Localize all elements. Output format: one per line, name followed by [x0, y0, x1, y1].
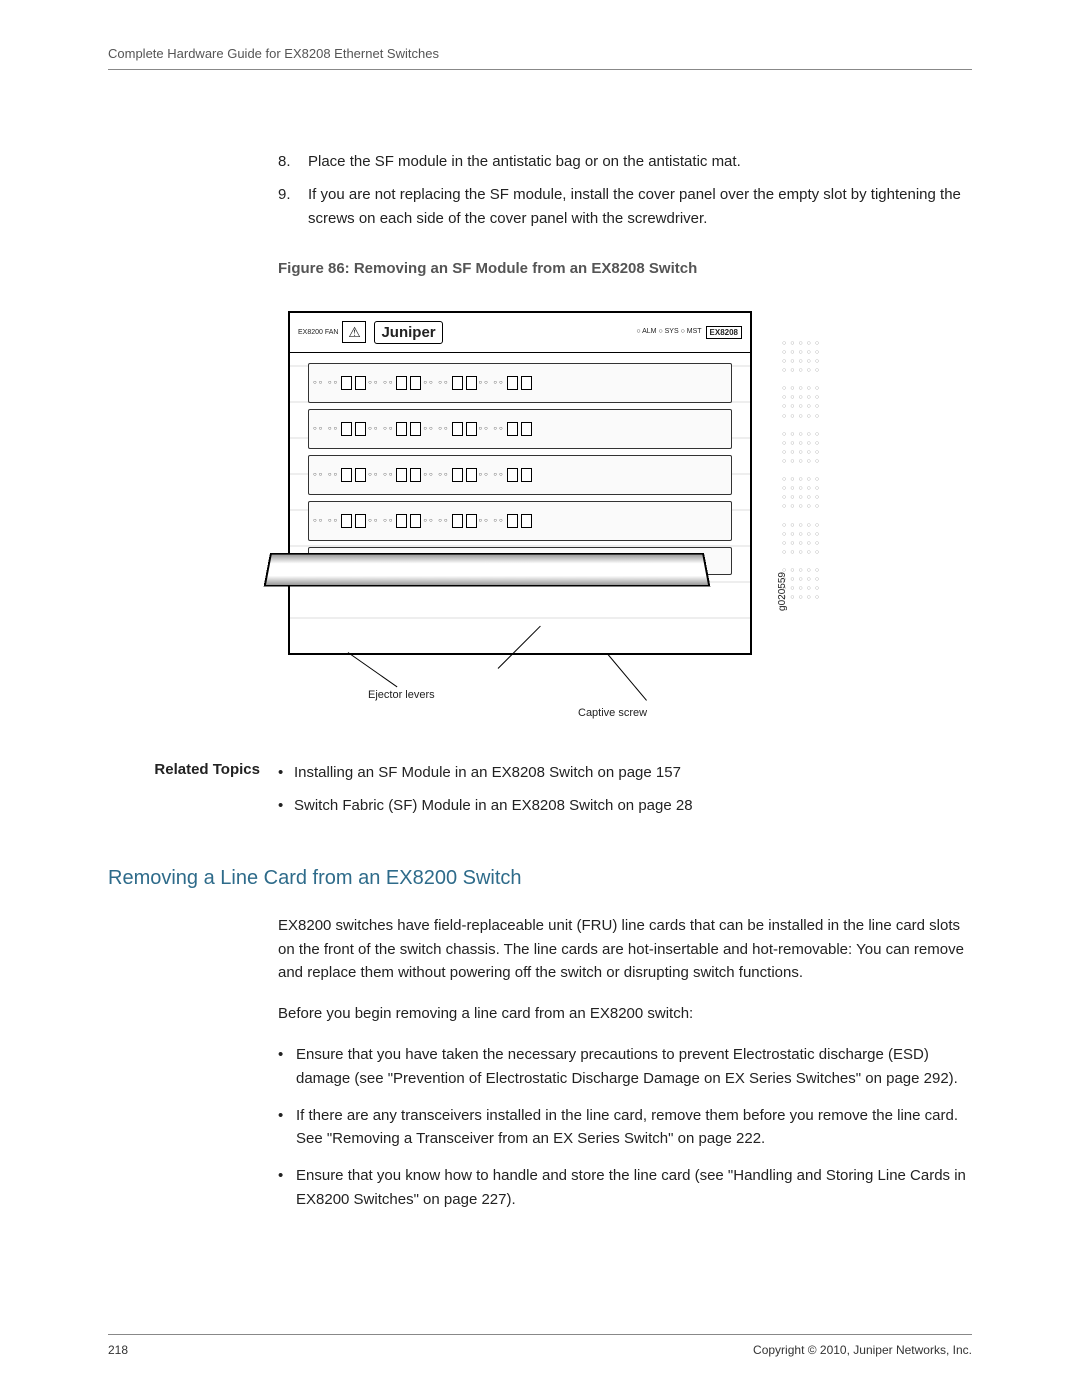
list-item: If there are any transceivers installed … — [278, 1104, 972, 1151]
related-topics-list: Installing an SF Module in an EX8208 Swi… — [278, 761, 972, 828]
figure-id: g020559 — [777, 572, 788, 611]
page-number: 218 — [108, 1343, 128, 1357]
procedure-steps: 8. Place the SF module in the antistatic… — [278, 150, 972, 230]
list-item: Ensure that you know how to handle and s… — [278, 1164, 972, 1211]
body-paragraph: EX8200 switches have field-replaceable u… — [278, 914, 972, 984]
related-topics-label: Related Topics — [108, 761, 278, 828]
figure-illustration: EX8200 FAN ⚠ Juniper ○ ALM ○ SYS ○ MST E… — [278, 291, 778, 731]
related-topic-item: Switch Fabric (SF) Module in an EX8208 S… — [278, 794, 972, 817]
led-labels: ○ ALM ○ SYS ○ MST — [636, 328, 701, 336]
step-text: Place the SF module in the antistatic ba… — [308, 150, 972, 173]
warning-triangle-icon: ⚠ — [342, 321, 366, 343]
copyright: Copyright © 2010, Juniper Networks, Inc. — [753, 1343, 972, 1357]
callout-captive-screw: Captive screw — [578, 707, 647, 719]
list-item: Ensure that you have taken the necessary… — [278, 1043, 972, 1090]
figure-caption: Figure 86: Removing an SF Module from an… — [278, 260, 972, 277]
step-text: If you are not replacing the SF module, … — [308, 183, 972, 230]
fan-label: EX8200 FAN — [298, 329, 338, 336]
precaution-list: Ensure that you have taken the necessary… — [278, 1043, 972, 1211]
related-topic-item: Installing an SF Module in an EX8208 Swi… — [278, 761, 972, 784]
running-header: Complete Hardware Guide for EX8208 Ether… — [108, 46, 972, 70]
brand-logo: Juniper — [374, 321, 442, 344]
section-heading: Removing a Line Card from an EX8200 Swit… — [108, 867, 972, 890]
callout-ejector-levers: Ejector levers — [368, 689, 435, 701]
step-number: 9. — [278, 183, 308, 230]
step-number: 8. — [278, 150, 308, 173]
model-label: EX8208 — [706, 326, 742, 339]
body-paragraph: Before you begin removing a line card fr… — [278, 1002, 972, 1025]
